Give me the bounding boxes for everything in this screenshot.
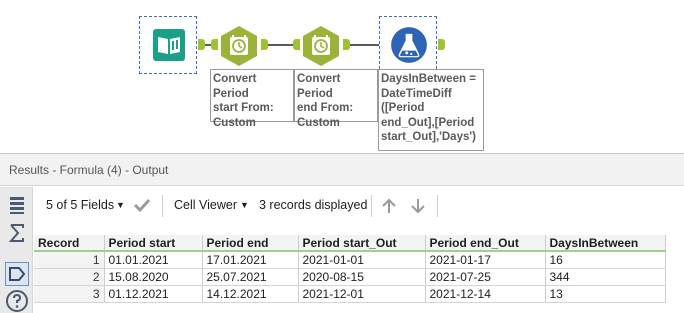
datetime-tool-1[interactable] — [218, 25, 260, 67]
results-title: Results - Formula (4) - Output — [0, 154, 684, 186]
apply-check-icon[interactable] — [133, 197, 151, 213]
column-header[interactable]: DaysInBetween — [545, 235, 666, 252]
question-icon — [6, 290, 28, 312]
data-view-button[interactable] — [5, 193, 29, 217]
records-count: 3 records displayed — [259, 198, 368, 212]
toolbar-separator — [371, 195, 372, 217]
table-cell[interactable]: 2021-01-01 — [298, 251, 426, 269]
flask-icon — [391, 27, 427, 63]
results-side-rail — [0, 187, 33, 313]
column-header[interactable]: Period end — [202, 235, 299, 252]
table-cell[interactable]: 14.12.2021 — [202, 285, 299, 303]
formula-annotation: DaysInBetween = DateTimeDiff ([Period en… — [378, 69, 484, 151]
table-row[interactable]: 2 15.08.2020 25.07.2021 2020-08-15 2021-… — [34, 268, 666, 286]
tag-icon — [9, 267, 26, 281]
table-cell[interactable]: 13 — [545, 285, 666, 303]
datetime1-input-anchor[interactable] — [211, 39, 218, 50]
book-icon — [153, 29, 185, 61]
connection-line — [350, 44, 380, 46]
toolbar-separator — [437, 195, 438, 217]
results-pane: Results - Formula (4) - Output 5 of 5 Fi… — [0, 153, 684, 313]
table-cell[interactable]: 2021-01-17 — [425, 251, 546, 269]
clock-icon — [303, 26, 339, 66]
results-toolbar: 5 of 5 Fields ▼ Cell Viewer ▼ 3 records … — [34, 187, 684, 223]
datetime-tool-2[interactable] — [300, 25, 342, 67]
record-number: 3 — [34, 285, 105, 303]
table-cell[interactable]: 16 — [545, 251, 666, 269]
datetime2-input-anchor[interactable] — [293, 39, 300, 50]
table-row[interactable]: 3 01.12.2021 14.12.2021 2021-12-01 2021-… — [34, 285, 666, 303]
connection-line — [268, 44, 294, 46]
sigma-icon — [8, 224, 24, 242]
table-cell[interactable]: 01.01.2021 — [104, 251, 203, 269]
help-button[interactable] — [5, 289, 29, 313]
workflow-canvas[interactable]: Convert Period start From: Custom Conver… — [0, 0, 684, 152]
table-icon — [10, 197, 24, 214]
table-header-row: Record Period start Period end Period st… — [34, 235, 666, 252]
column-header[interactable]: Record — [34, 235, 105, 252]
column-header[interactable]: Period start_Out — [298, 235, 426, 252]
fields-dropdown-icon[interactable]: ▼ — [116, 200, 125, 210]
input-data-tool[interactable] — [139, 16, 197, 74]
record-number: 1 — [34, 251, 105, 269]
table-cell[interactable]: 01.12.2021 — [104, 285, 203, 303]
table-cell[interactable]: 2021-12-01 — [298, 285, 426, 303]
clock-icon — [221, 26, 257, 66]
record-number: 2 — [34, 268, 105, 286]
formula-tool[interactable] — [379, 16, 437, 74]
column-header[interactable]: Period start — [104, 235, 203, 252]
table-cell[interactable]: 25.07.2021 — [202, 268, 299, 286]
table-cell[interactable]: 2021-07-25 — [425, 268, 546, 286]
cell-viewer-selector[interactable]: Cell Viewer — [174, 198, 237, 212]
table-cell[interactable]: 17.01.2021 — [202, 251, 299, 269]
table-cell[interactable]: 344 — [545, 268, 666, 286]
arrow-down-icon[interactable] — [409, 197, 427, 215]
cell-viewer-dropdown-icon[interactable]: ▼ — [240, 200, 249, 210]
table-cell[interactable]: 2020-08-15 — [298, 268, 426, 286]
fields-selector[interactable]: 5 of 5 Fields — [46, 198, 114, 212]
column-header[interactable]: Period end_Out — [425, 235, 546, 252]
toolbar-separator — [162, 195, 163, 217]
datetime1-output-anchor[interactable] — [261, 39, 268, 50]
datetime2-annotation: Convert Period end From: Custom — [294, 69, 378, 129]
datetime1-annotation: Convert Period start From: Custom — [210, 69, 294, 129]
tag-view-button[interactable] — [5, 262, 29, 286]
input-output-anchor[interactable] — [198, 39, 205, 50]
datetime2-output-anchor[interactable] — [343, 39, 350, 50]
table-cell[interactable]: 2021-12-14 — [425, 285, 546, 303]
metadata-view-button[interactable] — [5, 221, 29, 245]
table-cell[interactable]: 15.08.2020 — [104, 268, 203, 286]
arrow-up-icon[interactable] — [380, 197, 398, 215]
results-table: Record Period start Period end Period st… — [34, 235, 666, 303]
formula-output-anchor[interactable] — [438, 39, 445, 50]
table-row[interactable]: 1 01.01.2021 17.01.2021 2021-01-01 2021-… — [34, 251, 666, 269]
